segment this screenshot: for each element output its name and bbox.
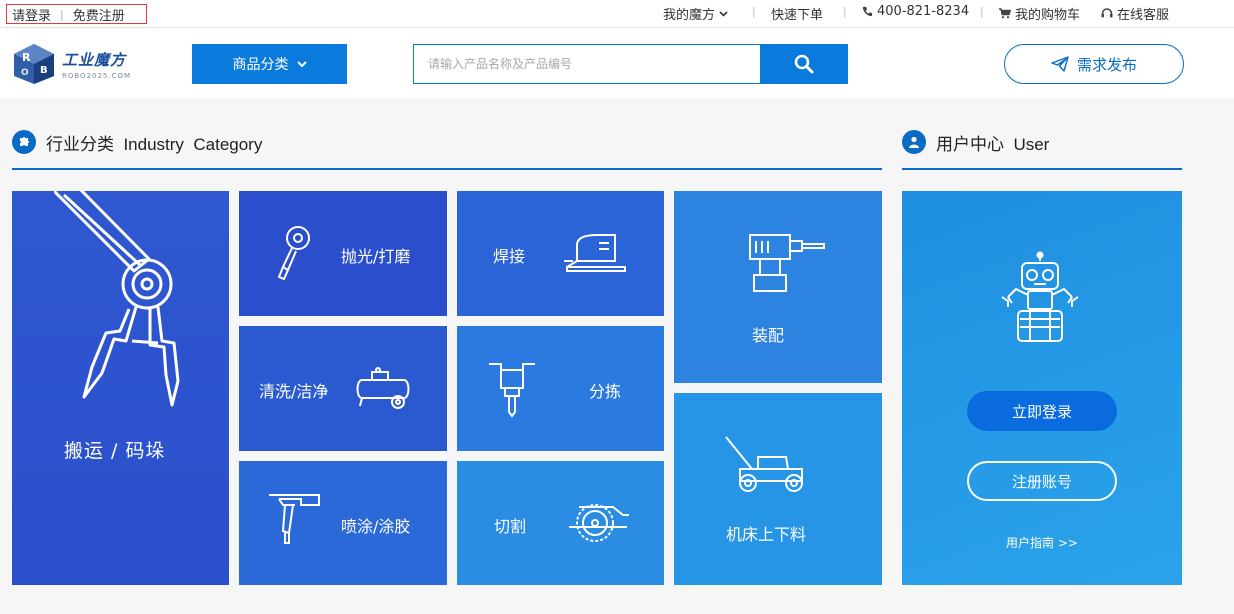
tile-carry-label: 搬运 / 码垛 <box>64 440 166 462</box>
tile-weld-label: 焊接 <box>493 247 526 266</box>
cart-link[interactable]: 我的购物车 <box>999 4 1080 23</box>
tile-sort-label: 分拣 <box>589 382 622 401</box>
user-section-title: 用户中心 User <box>902 128 1182 170</box>
header: R B O 工业魔方 ROBO2025.COM 商品分类 需求发布 <box>0 28 1234 98</box>
search-icon <box>794 54 813 74</box>
drill-icon <box>749 234 825 292</box>
tile-polish-label: 抛光/打磨 <box>341 247 411 266</box>
divider: | <box>752 5 756 18</box>
tile-machine-label: 机床上下料 <box>726 525 807 544</box>
jackhammer-icon <box>489 363 535 418</box>
phone-link[interactable]: 400-821-8234 <box>862 4 969 19</box>
spray-gun-icon <box>269 494 320 544</box>
cart-label: 我的购物车 <box>1015 8 1081 23</box>
logo-text: 工业魔方 ROBO2025.COM <box>62 49 131 80</box>
svg-text:R: R <box>22 51 31 64</box>
tile-carry[interactable]: 搬运 / 码垛 <box>12 191 229 585</box>
divider: | <box>980 5 984 18</box>
online-service-link[interactable]: 在线客服 <box>1101 4 1169 23</box>
headset-icon <box>1101 8 1113 18</box>
search-bar <box>413 44 848 84</box>
divider: | <box>843 5 847 18</box>
grinder-icon <box>277 226 310 281</box>
chevron-down-icon <box>719 10 728 17</box>
tile-assemble-label: 装配 <box>752 326 785 345</box>
quick-order-label: 快速下单 <box>771 8 824 23</box>
tile-clean-label: 清洗/洁净 <box>259 382 329 401</box>
compressor-icon <box>356 367 410 409</box>
robot-arm-icon <box>54 191 180 407</box>
post-demand-button[interactable]: 需求发布 <box>1004 44 1184 84</box>
search-button[interactable] <box>760 45 847 83</box>
svg-text:O: O <box>21 68 29 78</box>
tile-spray[interactable]: 喷涂/涂胶 <box>239 461 447 585</box>
search-input[interactable] <box>414 45 760 83</box>
logo-cube-icon: R B O <box>14 44 54 84</box>
tile-assemble[interactable]: 装配 <box>674 191 882 383</box>
tile-cut-label: 切割 <box>494 517 527 536</box>
tile-sort[interactable]: 分拣 <box>457 326 664 451</box>
paper-plane-icon <box>1051 56 1069 72</box>
robot-mascot-icon <box>1001 251 1079 342</box>
category-button[interactable]: 商品分类 <box>192 44 347 84</box>
category-label: 商品分类 <box>232 57 289 73</box>
site-logo[interactable]: R B O 工业魔方 ROBO2025.COM <box>10 42 131 86</box>
tile-clean[interactable]: 清洗/洁净 <box>239 326 447 451</box>
phone-icon <box>862 6 873 17</box>
post-demand-label: 需求发布 <box>1076 55 1137 74</box>
user-title: 用户中心 User <box>936 134 1050 154</box>
tile-polish[interactable]: 抛光/打磨 <box>239 191 447 316</box>
top-nav: 我的魔方 | 快速下单 | 400-821-8234 | 我的购物车 在线客服 <box>0 0 1234 26</box>
my-cube-label: 我的魔方 <box>663 8 716 23</box>
quick-order-link[interactable]: 快速下单 <box>771 4 823 23</box>
tile-weld[interactable]: 焊接 <box>457 191 664 316</box>
industry-section-title: 行业分类 Industry Category <box>12 128 882 170</box>
lawnmower-icon <box>725 436 803 492</box>
login-button[interactable]: 立即登录 <box>967 391 1117 431</box>
register-button[interactable]: 注册账号 <box>967 461 1117 501</box>
logo-cn: 工业魔方 <box>62 50 127 69</box>
online-service-label: 在线客服 <box>1117 8 1170 23</box>
my-cube-menu[interactable]: 我的魔方 <box>663 4 728 23</box>
cart-icon <box>999 8 1011 19</box>
circular-saw-icon <box>569 504 629 542</box>
user-icon <box>902 130 926 154</box>
user-guide-link[interactable]: 用户指南 >> <box>902 534 1182 551</box>
puzzle-icon <box>12 130 36 154</box>
industry-title: 行业分类 Industry Category <box>46 134 263 154</box>
svg-text:B: B <box>40 65 48 76</box>
tile-spray-label: 喷涂/涂胶 <box>341 517 411 536</box>
top-bar: 请登录 | 免费注册 我的魔方 | 快速下单 | 400-821-8234 | … <box>0 0 1234 28</box>
chevron-down-icon <box>296 60 307 67</box>
logo-en: ROBO2025.COM <box>62 71 132 80</box>
tile-machine[interactable]: 机床上下料 <box>674 393 882 585</box>
tile-cut[interactable]: 切割 <box>457 461 664 585</box>
user-center-panel: 立即登录 注册账号 用户指南 >> <box>902 191 1182 585</box>
phone-number: 400-821-8234 <box>877 4 970 19</box>
welder-icon <box>564 234 626 272</box>
